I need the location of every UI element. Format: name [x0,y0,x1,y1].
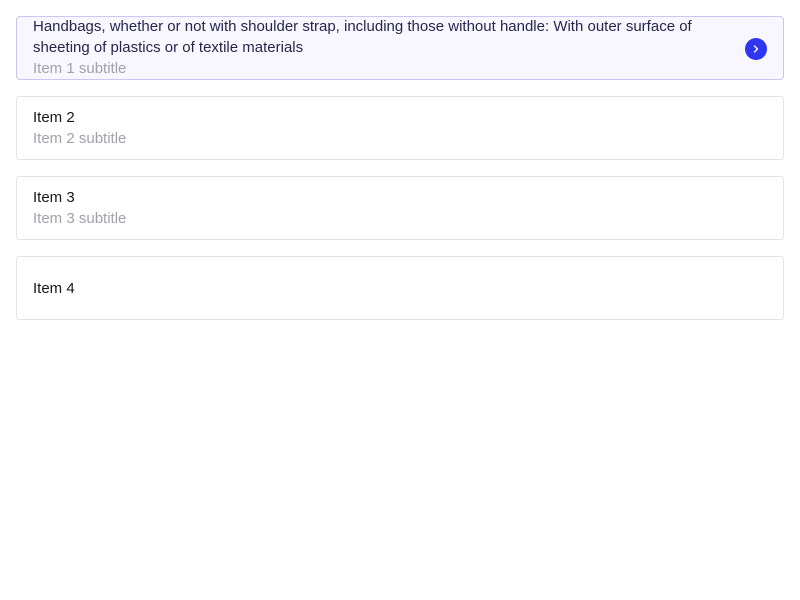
list-item-3[interactable]: Item 3 Item 3 subtitle [16,176,784,240]
chevron-right-icon [753,45,759,53]
open-item-button[interactable] [745,38,767,60]
list-item-title: Item 3 [33,189,75,206]
item-list: Handbags, whether or not with shoulder s… [16,16,784,336]
list-item-1[interactable]: Handbags, whether or not with shoulder s… [16,16,784,80]
list-item-title: Handbags, whether or not with shoulder s… [33,18,692,56]
list-item-subtitle: Item 2 subtitle [33,130,127,147]
list-item-4[interactable]: Item 4 [16,256,784,320]
list-item-title: Item 4 [33,279,75,297]
list-item-2[interactable]: Item 2 Item 2 subtitle [16,96,784,160]
list-item-subtitle: Item 3 subtitle [33,210,127,227]
list-item-title: Item 2 [33,109,75,126]
list-item-subtitle: Item 1 subtitle [33,60,127,77]
